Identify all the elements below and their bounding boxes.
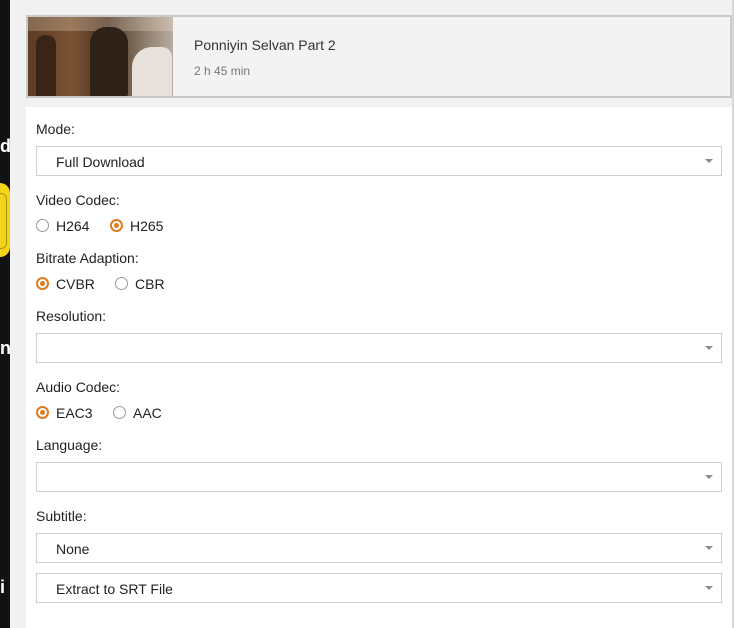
subtitle-select[interactable]: None bbox=[36, 533, 722, 563]
radio-label: AAC bbox=[133, 405, 162, 421]
radio-label: H265 bbox=[130, 218, 164, 234]
radio-label: CBR bbox=[135, 276, 165, 292]
radio-checked-icon bbox=[36, 277, 49, 290]
chevron-down-icon bbox=[705, 475, 713, 479]
radio-label: CVBR bbox=[56, 276, 95, 292]
radio-checked-icon bbox=[110, 219, 123, 232]
radio-label: H264 bbox=[56, 218, 90, 234]
background-app-edge: d n i bbox=[0, 0, 10, 628]
chevron-down-icon bbox=[705, 586, 713, 590]
subtitle-extract-value: Extract to SRT File bbox=[56, 581, 173, 597]
movie-title: Ponniyin Selvan Part 2 bbox=[194, 37, 336, 53]
radio-label: EAC3 bbox=[56, 405, 93, 421]
chevron-down-icon bbox=[705, 346, 713, 350]
chevron-down-icon bbox=[705, 159, 713, 163]
background-text-fragment: n bbox=[0, 338, 10, 358]
download-options-panel: Mode: Full Download Video Codec: H264 H2… bbox=[26, 107, 732, 628]
resolution-select[interactable] bbox=[36, 333, 722, 363]
mode-label: Mode: bbox=[36, 121, 75, 137]
radio-icon bbox=[36, 219, 49, 232]
chevron-down-icon bbox=[705, 546, 713, 550]
mode-select-value: Full Download bbox=[56, 154, 145, 170]
background-text-fragment: d bbox=[0, 136, 10, 156]
background-badge bbox=[0, 183, 10, 257]
radio-icon bbox=[115, 277, 128, 290]
movie-thumbnail bbox=[28, 17, 173, 96]
video-codec-label: Video Codec: bbox=[36, 192, 120, 208]
language-label: Language: bbox=[36, 437, 103, 453]
subtitle-select-value: None bbox=[56, 541, 90, 557]
resolution-label: Resolution: bbox=[36, 308, 107, 324]
movie-duration: 2 h 45 min bbox=[194, 64, 251, 78]
subtitle-label: Subtitle: bbox=[36, 508, 87, 524]
audio-codec-label: Audio Codec: bbox=[36, 379, 121, 395]
language-select[interactable] bbox=[36, 462, 722, 492]
subtitle-extract-select[interactable]: Extract to SRT File bbox=[36, 573, 722, 603]
bitrate-label: Bitrate Adaption: bbox=[36, 250, 139, 266]
movie-card: Ponniyin Selvan Part 2 2 h 45 min bbox=[26, 15, 732, 98]
background-text-fragment: i bbox=[0, 577, 6, 597]
mode-select[interactable]: Full Download bbox=[36, 146, 722, 176]
radio-checked-icon bbox=[36, 406, 49, 419]
radio-icon bbox=[113, 406, 126, 419]
